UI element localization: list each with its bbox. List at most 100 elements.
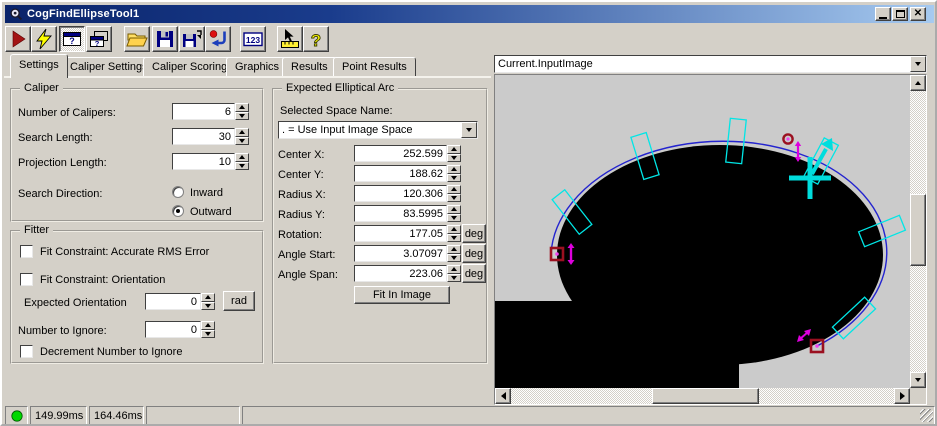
window-title: CogFindEllipseTool1 [27,8,140,20]
maximize-button[interactable] [892,7,908,21]
fit-rms-checkbox[interactable] [20,245,33,258]
numeric-results-button[interactable]: 123 [240,26,266,52]
save-as-button[interactable] [179,26,205,52]
dropdown-button[interactable] [910,56,926,72]
decrement-checkbox[interactable] [20,345,33,358]
spin-down-icon [451,175,457,180]
float-display-button[interactable]: ? [86,26,112,52]
selected-space-label: Selected Space Name: [280,105,393,117]
scroll-left-button[interactable] [495,388,511,404]
spin-up-icon [239,130,245,135]
number-to-ignore-input[interactable] [145,321,201,338]
spin-down-icon [205,331,211,336]
spin-up-icon [239,155,245,160]
fit-orientation-checkbox[interactable] [20,273,33,286]
center-x-spinner[interactable] [447,145,461,162]
rotation-spinner[interactable] [447,225,461,242]
dropdown-button[interactable] [461,122,477,138]
resize-grip[interactable] [920,409,933,422]
question-mark-icon: ? [310,31,321,51]
caliper-group-title: Caliper [20,82,63,94]
spin-up-icon [239,105,245,110]
radius-x-spinner[interactable] [447,185,461,202]
scroll-down-button[interactable] [910,372,926,388]
inward-radio[interactable] [172,186,184,198]
image-selector-combobox[interactable]: Current.InputImage [494,55,927,73]
angle-span-deg-button[interactable]: deg [462,264,486,283]
vertical-scroll-thumb[interactable] [910,194,926,266]
open-button[interactable] [124,26,150,52]
image-display-canvas[interactable] [495,75,910,388]
tab-graphics[interactable]: Graphics [226,57,289,77]
spin-up-icon [205,323,211,328]
rad-unit-button[interactable]: rad [223,291,255,311]
tab-settings[interactable]: Settings [10,54,68,78]
horizontal-scroll-thumb[interactable] [652,388,759,404]
close-button[interactable]: ✕ [910,7,926,21]
measure-button[interactable] [277,26,303,52]
fitter-group-title: Fitter [20,224,54,236]
scroll-up-button[interactable] [910,75,926,91]
angle-start-spinner[interactable] [447,245,461,262]
tab-caliper-scoring[interactable]: Caliper Scoring [143,57,237,77]
search-length-input[interactable] [172,128,235,145]
expected-orientation-spinner[interactable] [201,293,215,310]
spin-down-icon [451,215,457,220]
angle-start-deg-button[interactable]: deg [462,244,486,263]
ruler-cursor-icon [281,29,299,48]
help-button[interactable]: ? [303,26,329,52]
angle-start-input[interactable] [354,245,447,262]
center-y-spinner[interactable] [447,165,461,182]
run-button[interactable] [5,26,31,52]
decrement-label: Decrement Number to Ignore [40,346,183,358]
angle-span-input[interactable] [354,265,447,282]
number-of-calipers-spinner[interactable] [235,103,249,120]
arrow-right-icon [899,392,905,400]
rotation-deg-button[interactable]: deg [462,224,486,243]
spin-up-icon [451,207,457,212]
numbers-123-icon: 123 [243,32,263,47]
expected-orientation-input[interactable] [145,293,201,310]
windows-question-icon: ? [90,31,108,48]
radius-y-input[interactable] [354,205,447,222]
tool-display-button[interactable]: ? [59,26,85,52]
center-y-input[interactable] [354,165,447,182]
total-time-panel: 164.46ms [89,406,144,424]
projection-length-input[interactable] [172,153,235,170]
number-to-ignore-spinner[interactable] [201,321,215,338]
outward-radio[interactable] [172,205,184,217]
search-length-spinner[interactable] [235,128,249,145]
live-run-button[interactable] [31,26,57,52]
minimize-button[interactable] [875,7,891,21]
vertical-scrollbar[interactable] [910,75,926,388]
projection-length-spinner[interactable] [235,153,249,170]
fit-in-image-button[interactable]: Fit In Image [354,286,450,304]
selected-space-combobox[interactable]: . = Use Input Image Space [278,121,478,139]
fit-rms-label: Fit Constraint: Accurate RMS Error [40,246,210,258]
search-length-label: Search Length: [18,132,93,144]
status-ok-icon [10,409,23,422]
spin-down-icon [239,163,245,168]
save-button[interactable] [152,26,178,52]
title-bar[interactable]: CogFindEllipseTool1 [5,5,934,23]
reset-button[interactable] [205,26,231,52]
scroll-right-button[interactable] [894,388,910,404]
number-of-calipers-input[interactable] [172,103,235,120]
center-x-input[interactable] [354,145,447,162]
spin-down-icon [451,155,457,160]
spin-down-icon [451,235,457,240]
floppy-arrow-icon [183,30,202,47]
angle-span-spinner[interactable] [447,265,461,282]
tab-results[interactable]: Results [282,57,337,77]
spin-down-icon [451,195,457,200]
minimize-icon [879,16,887,19]
radius-y-spinner[interactable] [447,205,461,222]
horizontal-scrollbar[interactable] [495,388,910,404]
spin-down-icon [451,255,457,260]
rotation-input[interactable] [354,225,447,242]
tab-page-border [4,76,491,78]
tab-point-results[interactable]: Point Results [333,57,416,77]
arrow-up-icon [915,81,921,85]
radius-x-input[interactable] [354,185,447,202]
maximize-icon [895,10,905,18]
